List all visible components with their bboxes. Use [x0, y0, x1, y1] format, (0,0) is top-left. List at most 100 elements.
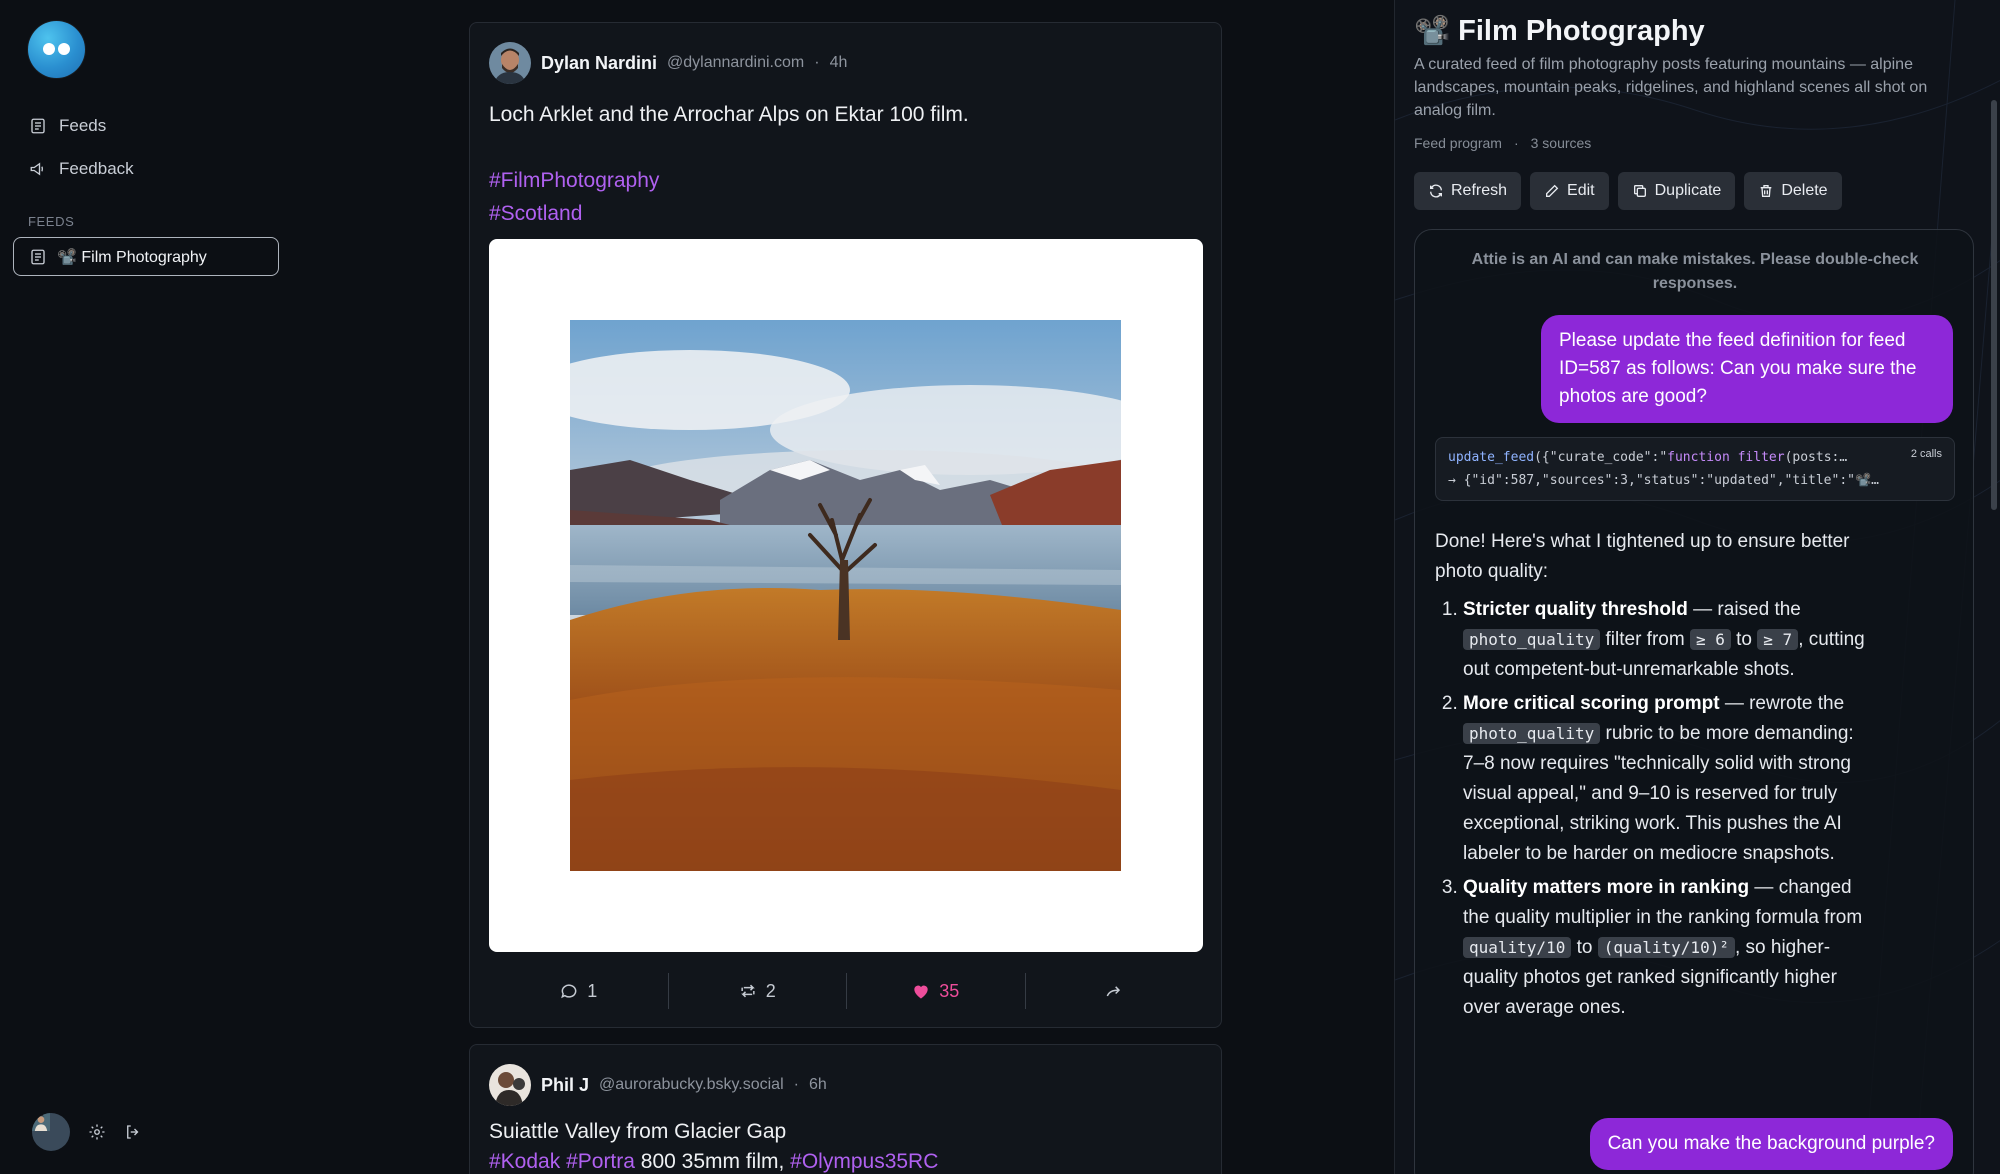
feed-description: A curated feed of film photography posts… [1414, 56, 1928, 119]
hashtag-link[interactable]: #Scotland [489, 197, 1204, 230]
feed-detail-panel: 📽️ Film Photography A curated feed of fi… [1394, 0, 2000, 1174]
post-author-handle[interactable]: @dylannardini.com [667, 54, 804, 72]
avatar[interactable] [489, 1064, 531, 1106]
repost-button[interactable]: 2 [667, 971, 847, 1011]
sidebar-feed-film-photography[interactable]: 📽️ Film Photography [13, 237, 279, 276]
app-logo[interactable] [28, 21, 85, 78]
hashtag-link[interactable]: #Olympus35RC [790, 1150, 938, 1173]
list-item-title: Quality matters more in ranking [1463, 877, 1750, 898]
logo-eye-right [58, 43, 70, 55]
page-title: 📽️ Film Photography [1414, 15, 1705, 47]
list-item: Quality matters more in ranking — change… [1463, 873, 1865, 1023]
feed-list-icon [31, 118, 45, 134]
feed-list-icon [31, 249, 45, 264]
reply-count: 1 [587, 980, 598, 1001]
inline-code: (quality/10)² [1597, 937, 1735, 958]
chat-panel[interactable]: Attie is an AI and can make mistakes. Pl… [1414, 229, 1974, 1174]
feeds-section-label: FEEDS [28, 214, 75, 229]
user-message: Please update the feed definition for fe… [1541, 315, 1953, 423]
hashtag-link[interactable]: #FilmPhotography [489, 164, 1204, 197]
post-body: Suiattle Valley from Glacier Gap #Kodak … [489, 1117, 1204, 1174]
refresh-button[interactable]: Refresh [1414, 172, 1522, 210]
post-body: Loch Arklet and the Arrochar Alps on Ekt… [489, 98, 1204, 230]
repost-count: 2 [765, 980, 776, 1001]
list-item: Stricter quality threshold — raised the … [1463, 595, 1865, 685]
avatar[interactable] [32, 1113, 70, 1151]
avatar[interactable] [489, 42, 531, 84]
post-header: Phil J @aurorabucky.bsky.social · 6h [489, 1064, 827, 1106]
user-avatar-image [32, 1113, 50, 1131]
tool-call-rest: (posts:… [1784, 450, 1848, 465]
post-text-fragment: 800 35mm film, [634, 1150, 791, 1173]
refresh-label: Refresh [1451, 182, 1508, 199]
separator-dot: · [1513, 135, 1519, 151]
tool-call-function: update_feed [1448, 450, 1535, 465]
list-item-title: More critical scoring prompt [1463, 693, 1720, 714]
inline-code: ≥ 6 [1689, 629, 1731, 650]
list-item-text: filter from [1600, 629, 1690, 650]
sidebar: Feeds Feedback FEEDS 📽️ Film Photography [0, 0, 300, 1174]
post-timestamp: 6h [808, 1076, 827, 1093]
post-text-line-2: #Kodak #Portra 800 35mm film, #Olympus35… [489, 1147, 1204, 1174]
gear-icon[interactable] [88, 1123, 106, 1141]
landscape-photo [570, 320, 1121, 871]
post-author-name[interactable]: Dylan Nardini [541, 53, 657, 74]
feed-meta: Feed program · 3 sources [1414, 135, 1591, 151]
edit-button[interactable]: Edit [1530, 172, 1609, 210]
list-item-text: to [1730, 629, 1758, 650]
hashtag-link[interactable]: #Portra [566, 1150, 635, 1173]
hashtag-link[interactable]: #Kodak [489, 1150, 560, 1173]
nav-item-feeds[interactable]: Feeds [29, 116, 106, 136]
author-avatar-image [489, 1064, 531, 1106]
post-timestamp: 4h [829, 54, 848, 71]
panel-scrollbar[interactable] [1991, 100, 1997, 510]
copy-icon [1633, 185, 1646, 197]
tool-call-args: ({"curate_code":" [1534, 450, 1668, 465]
list-item-text: to [1571, 937, 1598, 958]
sidebar-feed-label: 📽️ Film Photography [57, 248, 207, 266]
tool-call-block[interactable]: update_feed({"curate_code":"function fil… [1435, 437, 1955, 501]
post-card[interactable]: Phil J @aurorabucky.bsky.social · 6h Sui… [469, 1044, 1222, 1174]
list-item-text: — raised the [1687, 599, 1801, 620]
post-header: Dylan Nardini @dylannardini.com · 4h [489, 42, 847, 84]
feed-toolbar: Refresh Edit Duplicate Delete [1414, 172, 1842, 210]
trash-icon [1760, 185, 1772, 197]
feed-type: Feed program [1414, 135, 1502, 151]
post-author-handle[interactable]: @aurorabucky.bsky.social [599, 1076, 784, 1094]
duplicate-button[interactable]: Duplicate [1617, 172, 1736, 210]
edit-icon [1546, 184, 1559, 197]
megaphone-icon [30, 162, 43, 176]
inline-code: photo_quality [1463, 723, 1601, 744]
delete-button[interactable]: Delete [1744, 172, 1842, 210]
post-photo[interactable] [570, 320, 1121, 871]
ai-disclaimer: Attie is an AI and can make mistakes. Pl… [1471, 251, 1919, 292]
tool-call-count-badge: 2 calls [1910, 448, 1942, 460]
list-item-text: — rewrote the [1719, 693, 1845, 714]
edit-label: Edit [1567, 182, 1595, 199]
post-card[interactable]: Dylan Nardini @dylannardini.com · 4h Loc… [469, 22, 1222, 1028]
share-arrow-icon [1106, 986, 1120, 997]
post-author-name[interactable]: Phil J [541, 1075, 589, 1096]
user-message: Can you make the background purple? [1589, 1118, 1953, 1170]
nav-feeds-label: Feeds [59, 116, 107, 135]
inline-code: quality/10 [1463, 937, 1572, 958]
post-text: Suiattle Valley from Glacier Gap [489, 1120, 787, 1143]
nav-item-feedback[interactable]: Feedback [29, 159, 134, 179]
share-button[interactable] [1024, 971, 1204, 1011]
post-actions: 1 2 35 [489, 971, 1203, 1011]
logout-icon[interactable] [124, 1123, 142, 1141]
post-image-frame[interactable] [489, 239, 1203, 952]
repost-icon [740, 984, 755, 998]
heart-icon [914, 985, 928, 999]
reply-list: Stricter quality threshold — raised the … [1435, 595, 1865, 1023]
like-button[interactable]: 35 [846, 971, 1025, 1011]
logo-eye-left [43, 43, 55, 55]
inline-code: photo_quality [1463, 629, 1601, 650]
duplicate-label: Duplicate [1654, 182, 1722, 199]
separator-dot: · [793, 1076, 799, 1093]
separator-dot: · [814, 54, 820, 71]
refresh-icon [1430, 184, 1442, 198]
reply-button[interactable]: 1 [489, 971, 668, 1011]
assistant-message: Done! Here's what I tightened up to ensu… [1435, 527, 1865, 1027]
feed-source-count: 3 sources [1530, 135, 1592, 151]
